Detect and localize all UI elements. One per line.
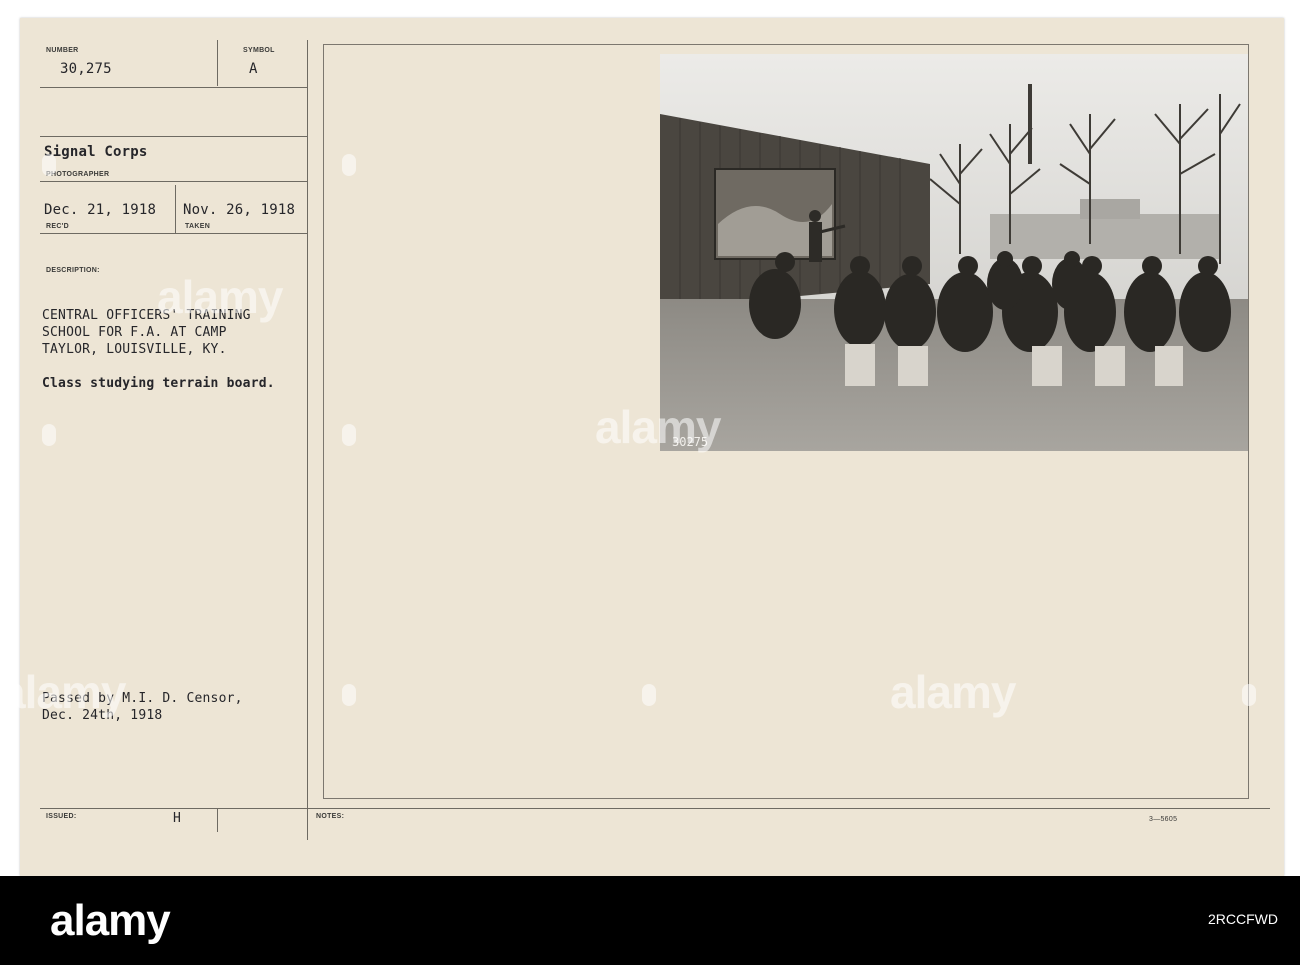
symbol-label: SYMBOL <box>243 47 275 54</box>
description-label: DESCRIPTION: <box>46 267 100 274</box>
barracks-building <box>990 214 1220 259</box>
watermark-dot <box>342 684 356 706</box>
form-code: 3—5605 <box>1149 816 1178 823</box>
watermark-dot <box>342 424 356 446</box>
notes-label: NOTES: <box>316 813 345 820</box>
footer-logo[interactable]: alamy <box>50 896 171 946</box>
negative-number: 30275 <box>672 435 708 449</box>
description-line-2: SCHOOL FOR F.A. AT CAMP <box>42 325 227 340</box>
photo-illustration: 30275 <box>660 54 1248 451</box>
rule-above-issued <box>40 808 1270 809</box>
description-line-3: TAYLOR, LOUISVILLE, KY. <box>42 342 227 357</box>
photographer-label: PHOTOGRAPHER <box>46 171 110 178</box>
rule-below-photographer <box>40 181 308 182</box>
rule-below-number <box>40 87 308 88</box>
description-line-1: CENTRAL OFFICERS' TRAINING <box>42 308 251 323</box>
watermark-dot <box>42 154 56 176</box>
taken-date: Nov. 26, 1918 <box>183 202 296 218</box>
number-value: 30,275 <box>60 61 112 77</box>
censor-line-2: Dec. 24th, 1918 <box>42 708 163 723</box>
photographer-value: Signal Corps <box>44 144 148 160</box>
photograph: 30275 <box>660 54 1248 451</box>
stock-footer: alamy 2RCCFWD <box>0 876 1300 965</box>
issued-label: ISSUED: <box>46 813 77 820</box>
watermark-dot <box>1242 684 1256 706</box>
date-divider <box>175 185 176 233</box>
rule-above-photographer <box>40 136 308 137</box>
censor-line-1: Passed by M.I. D. Censor, <box>42 691 243 706</box>
received-label: REC'D <box>46 223 69 230</box>
watermark-dot <box>642 684 656 706</box>
issued-divider <box>217 808 218 832</box>
number-divider <box>217 40 218 86</box>
left-column-rule <box>307 40 308 840</box>
received-date: Dec. 21, 1918 <box>44 202 157 218</box>
issued-value: H <box>173 811 182 826</box>
taken-label: TAKEN <box>185 223 211 230</box>
caption: Class studying terrain board. <box>42 376 275 391</box>
number-label: NUMBER <box>46 47 79 54</box>
watermark-dot <box>342 154 356 176</box>
footer-image-id: 2RCCFWD <box>1208 911 1278 927</box>
watermark-dot <box>42 424 56 446</box>
symbol-value: A <box>249 61 258 77</box>
rule-below-dates <box>40 233 308 234</box>
